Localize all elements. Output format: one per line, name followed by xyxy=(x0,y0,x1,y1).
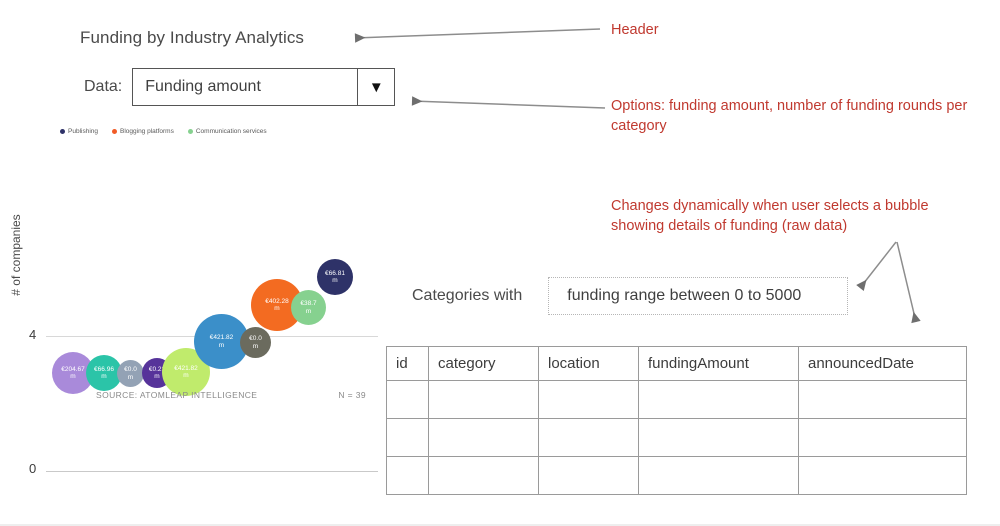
table-cell[interactable] xyxy=(428,456,539,495)
table-header-row: id category location fundingAmount annou… xyxy=(386,346,967,381)
chart-bubble[interactable]: €66.81 m xyxy=(317,259,353,295)
table-row[interactable] xyxy=(386,456,967,495)
table-cell[interactable] xyxy=(428,418,539,457)
chart-bubble-unit: m xyxy=(274,305,280,312)
table-cell[interactable] xyxy=(538,380,639,419)
chart-bubble-label: €421.82 xyxy=(174,364,198,372)
chevron-down-icon[interactable]: ▼ xyxy=(357,69,394,105)
table-header-id[interactable]: id xyxy=(386,346,429,381)
chart-bubble-label: €402.28 xyxy=(265,297,289,305)
table-header-fundingamount[interactable]: fundingAmount xyxy=(638,346,799,381)
table-cell[interactable] xyxy=(638,456,799,495)
arrow-to-table xyxy=(896,241,921,324)
categories-filter-input[interactable]: funding range between 0 to 5000 xyxy=(548,277,849,315)
table-cell[interactable] xyxy=(798,456,967,495)
chart-bubble-label: €204.67 xyxy=(61,365,85,373)
categories-filter-row: Categories with funding range between 0 … xyxy=(412,277,849,315)
table-cell[interactable] xyxy=(638,380,799,419)
chart-bubble-unit: m xyxy=(101,373,107,380)
table-cell[interactable] xyxy=(386,418,429,457)
table-header-category[interactable]: category xyxy=(428,346,539,381)
chart-sample-size: N = 39 xyxy=(338,390,366,400)
data-dropdown-value[interactable]: Funding amount xyxy=(133,69,357,105)
annotation-options: Options: funding amount, number of fundi… xyxy=(611,98,968,134)
chart-bubble-label: €38.7 xyxy=(300,300,317,308)
chart-bubble-unit: m xyxy=(252,342,259,350)
table-cell[interactable] xyxy=(386,456,429,495)
annotation-header: Header xyxy=(611,22,659,38)
table-row[interactable] xyxy=(386,380,967,419)
chart-bubble-unit: m xyxy=(127,373,134,381)
axis-baseline xyxy=(46,471,378,472)
table-cell[interactable] xyxy=(386,380,429,419)
y-axis-tick-label: 0 xyxy=(29,461,37,476)
arrow-to-dropdown xyxy=(411,96,606,109)
page-title: Funding by Industry Analytics xyxy=(80,28,305,47)
table-header-location[interactable]: location xyxy=(538,346,639,381)
bubble-chart: Publishing Blogging platforms Communicat… xyxy=(0,120,380,476)
chart-bubble[interactable]: €0.0 m xyxy=(240,327,271,358)
app-canvas: Funding by Industry Analytics Data: Fund… xyxy=(0,0,1000,526)
categories-label: Categories with xyxy=(412,287,523,304)
chart-footer: SOURCE: ATOMLEAP INTELLIGENCE N = 39 xyxy=(96,390,366,400)
data-control-row: Data: Funding amount ▼ xyxy=(84,68,396,106)
chart-bubble-label: €0.0 xyxy=(124,366,137,374)
chart-plot-area: €204.67 m €66.96 m €0.0 m €0.21 m €421.82 m €421.8… xyxy=(0,120,380,420)
arrow-to-header xyxy=(354,28,601,43)
table-cell[interactable] xyxy=(638,418,799,457)
table-row[interactable] xyxy=(386,418,967,457)
table-cell[interactable] xyxy=(798,418,967,457)
data-label: Data: xyxy=(84,78,123,95)
chart-bubble-unit: m xyxy=(305,307,312,315)
chart-bubble[interactable]: €38.7 m xyxy=(291,290,326,325)
chart-bubble-unit: m xyxy=(70,373,76,380)
chart-bubble-label: €66.96 xyxy=(94,365,114,373)
chart-bubble-label: €0.0 xyxy=(249,335,262,343)
table-cell[interactable] xyxy=(538,418,639,457)
table-cell[interactable] xyxy=(798,380,967,419)
chart-bubble-label: €421.82 xyxy=(209,334,234,342)
table-body xyxy=(386,380,967,495)
raw-data-table: id category location fundingAmount annou… xyxy=(386,346,967,495)
data-dropdown[interactable]: Funding amount ▼ xyxy=(132,68,396,106)
table-cell[interactable] xyxy=(428,380,539,419)
chart-bubble-unit: m xyxy=(183,372,189,379)
chart-bubble-unit: m xyxy=(332,277,338,284)
chart-source: SOURCE: ATOMLEAP INTELLIGENCE xyxy=(96,390,258,400)
chart-bubble-unit: m xyxy=(218,341,225,349)
table-cell[interactable] xyxy=(538,456,639,495)
arrow-to-filter xyxy=(856,241,897,291)
chart-bubble-label: €66.81 xyxy=(325,269,345,277)
table-header-announceddate[interactable]: announcedDate xyxy=(798,346,967,381)
annotation-dynamic: Changes dynamically when user selects a … xyxy=(611,198,929,234)
chart-bubble[interactable]: €0.0 m xyxy=(117,360,144,387)
